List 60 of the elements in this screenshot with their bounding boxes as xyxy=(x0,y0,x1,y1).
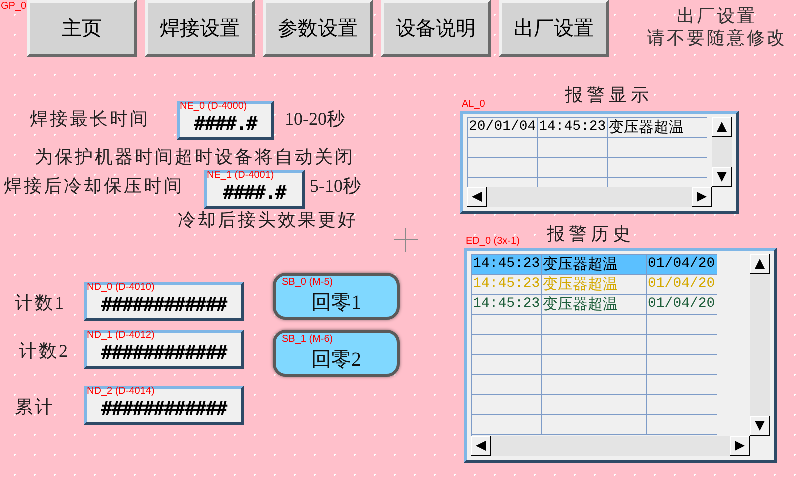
panel-title: 报警显示 xyxy=(565,84,653,107)
counter-label: 累计 xyxy=(15,396,55,419)
cell-text: 14:45:23 xyxy=(473,296,540,312)
counter-label: 计数2 xyxy=(19,340,70,363)
alarm-row[interactable]: 14:45:23 变压器超温 01/04/20 xyxy=(472,255,717,275)
nav-button[interactable]: 出厂设置 xyxy=(499,0,609,57)
cell-text: 变压器超温 xyxy=(543,255,618,273)
range-text: 5-10秒 xyxy=(310,175,361,198)
scroll-right-button[interactable] xyxy=(730,436,750,456)
nav-button[interactable]: 主页 xyxy=(27,0,137,57)
notice-text: 出厂设置 xyxy=(676,5,758,27)
object-tag: SB_0 (M-5) xyxy=(282,278,334,288)
note-text: 冷却后接头效果更好 xyxy=(178,209,358,232)
cell-text: 14:45:23 xyxy=(473,276,540,292)
object-tag: NE_0 (D-4000) xyxy=(180,102,248,112)
note-text: 为保护机器时间超时设备将自动关闭 xyxy=(35,146,355,169)
alarm-row[interactable]: 14:45:23 变压器超温 01/04/20 xyxy=(472,295,717,315)
object-tag: ED_0 (3x-1) xyxy=(466,237,520,247)
cell-text: 变压器超温 xyxy=(543,275,618,293)
table-cell: 20/01/04 xyxy=(468,118,538,138)
left-arrow-icon xyxy=(475,440,487,452)
right-arrow-icon xyxy=(734,440,746,452)
table-cell: 变压器超温 xyxy=(608,118,707,138)
scroll-left-button[interactable] xyxy=(467,187,487,207)
object-tag: ND_2 (D-4014) xyxy=(87,387,155,397)
empty-cell xyxy=(538,138,608,158)
range-text: 10-20秒 xyxy=(285,108,345,131)
scroll-down-button[interactable] xyxy=(750,416,770,436)
down-arrow-icon xyxy=(716,171,728,183)
scroll-up-button[interactable] xyxy=(750,254,770,274)
down-arrow-icon xyxy=(754,420,766,432)
nav-button[interactable]: 设备说明 xyxy=(381,0,491,57)
setting-label: 焊接最长时间 xyxy=(30,108,150,131)
crosshair-icon xyxy=(394,228,418,252)
scroll-down-button[interactable] xyxy=(712,167,732,187)
left-arrow-icon xyxy=(471,191,483,203)
nav-button[interactable]: 焊接设置 xyxy=(145,0,255,57)
canvas-tag: GP_0 xyxy=(1,2,27,12)
cell-text: 01/04/20 xyxy=(648,296,716,312)
object-tag: ND_1 (D-4012) xyxy=(87,331,155,341)
counter-label: 计数1 xyxy=(15,292,66,315)
object-tag: AL_0 xyxy=(462,100,486,110)
cell-text: 01/04/20 xyxy=(648,256,716,272)
object-tag: NE_1 (D-4001) xyxy=(207,171,274,181)
cell-text: 01/04/20 xyxy=(648,276,716,292)
up-arrow-icon xyxy=(716,121,728,133)
object-tag: SB_1 (M-6) xyxy=(282,335,334,345)
scroll-up-button[interactable] xyxy=(712,117,732,137)
nav-button[interactable]: 参数设置 xyxy=(263,0,373,57)
scroll-right-button[interactable] xyxy=(692,187,712,207)
up-arrow-icon xyxy=(754,258,766,270)
scroll-left-button[interactable] xyxy=(471,436,491,456)
cell-text: 变压器超温 xyxy=(543,295,618,313)
notice-text: 请不要随意修改 xyxy=(646,27,788,49)
panel-title: 报警历史 xyxy=(547,223,635,246)
table-cell: 14:45:23 xyxy=(538,118,608,138)
object-tag: ND_0 (D-4010) xyxy=(87,283,155,293)
setting-label: 焊接后冷却保压时间 xyxy=(4,175,184,198)
right-arrow-icon xyxy=(696,191,708,203)
cell-text: 14:45:23 xyxy=(473,256,540,272)
